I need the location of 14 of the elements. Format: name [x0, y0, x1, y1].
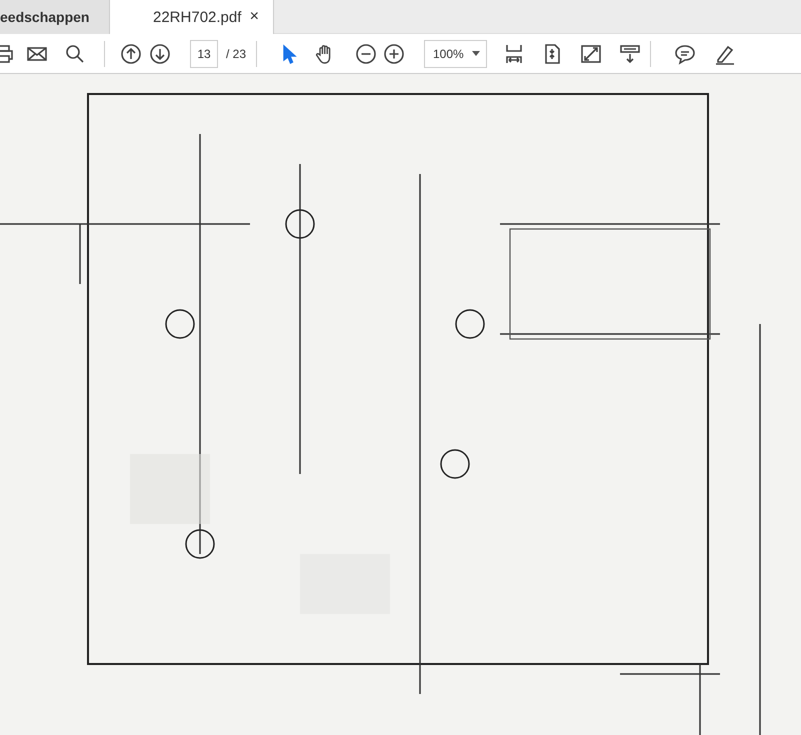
scroll-mode-icon[interactable]: [619, 42, 641, 64]
tab[interactable]: eedschappen: [0, 0, 110, 34]
fit-width-icon[interactable]: [503, 42, 525, 64]
comment-icon[interactable]: [674, 42, 696, 64]
zoom-in-icon[interactable]: [383, 42, 405, 64]
zoom-dropdown[interactable]: 100%: [424, 40, 487, 68]
page-number-field[interactable]: 13: [190, 40, 218, 68]
page-count: / 23: [226, 46, 246, 60]
tab[interactable]: 22RH702.pdf ×: [110, 0, 274, 34]
caret-icon: [472, 51, 480, 56]
close-icon[interactable]: ×: [250, 8, 259, 26]
search-icon[interactable]: [64, 42, 86, 64]
zoom-out-icon[interactable]: [355, 42, 377, 64]
full-screen-icon[interactable]: [580, 42, 602, 64]
